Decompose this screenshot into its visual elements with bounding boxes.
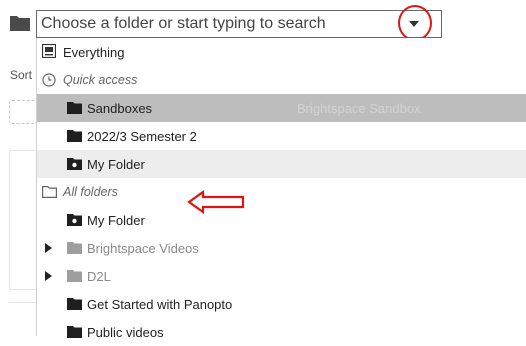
section-heading: All folders — [63, 185, 118, 199]
option-my-folder-quick[interactable]: My Folder — [37, 150, 526, 178]
clock-icon — [42, 73, 56, 87]
option-public-videos[interactable]: Public videos — [37, 318, 526, 346]
annotation-circle — [398, 5, 432, 41]
folder-icon — [67, 102, 82, 114]
shared-folder-icon — [67, 158, 82, 170]
new-folder-button[interactable] — [9, 100, 37, 124]
option-label: Brightspace Videos — [87, 241, 199, 256]
section-heading: Quick access — [63, 73, 138, 87]
option-d2l[interactable]: D2L — [37, 262, 526, 290]
option-label: Sandboxes — [87, 101, 153, 116]
folder-search-combobox[interactable] — [36, 10, 442, 38]
section-quick-access: Quick access — [37, 66, 526, 94]
option-label: Everything — [63, 45, 125, 60]
shared-folder-icon — [67, 214, 82, 226]
option-label: My Folder — [87, 157, 145, 172]
ghost-text: Brightspace Sandbox — [297, 101, 421, 116]
folder-icon — [67, 298, 82, 310]
folder-dropdown: Everything Quick access Sandboxes Bright… — [36, 38, 526, 340]
folder-icon — [67, 270, 82, 282]
option-brightspace-videos[interactable]: Brightspace Videos — [37, 234, 526, 262]
option-get-started[interactable]: Get Started with Panopto — [37, 290, 526, 318]
annotation-arrow — [187, 190, 245, 214]
expand-arrow-icon[interactable] — [45, 271, 52, 281]
folder-icon — [67, 326, 82, 338]
folder-icon — [67, 242, 82, 254]
option-label: Get Started with Panopto — [87, 297, 233, 312]
list-box-icon — [42, 44, 56, 58]
option-sandboxes[interactable]: Sandboxes Brightspace Sandbox — [37, 94, 526, 122]
option-everything[interactable]: Everything — [37, 38, 526, 66]
option-label: My Folder — [87, 213, 145, 228]
folder-outline-icon — [42, 186, 57, 198]
divider — [9, 302, 39, 303]
option-semester[interactable]: 2022/3 Semester 2 — [37, 122, 526, 150]
option-label: D2L — [87, 269, 111, 284]
expand-arrow-icon[interactable] — [45, 243, 52, 253]
option-my-folder[interactable]: My Folder — [37, 206, 526, 234]
sort-label: Sort — [10, 68, 33, 82]
folder-search-input[interactable] — [37, 11, 405, 37]
option-label: 2022/3 Semester 2 — [87, 129, 197, 144]
content-card — [9, 150, 39, 290]
option-label: Public videos — [87, 325, 164, 340]
section-all-folders: All folders — [37, 178, 526, 206]
folder-icon — [67, 130, 82, 142]
folder-icon — [10, 16, 30, 31]
